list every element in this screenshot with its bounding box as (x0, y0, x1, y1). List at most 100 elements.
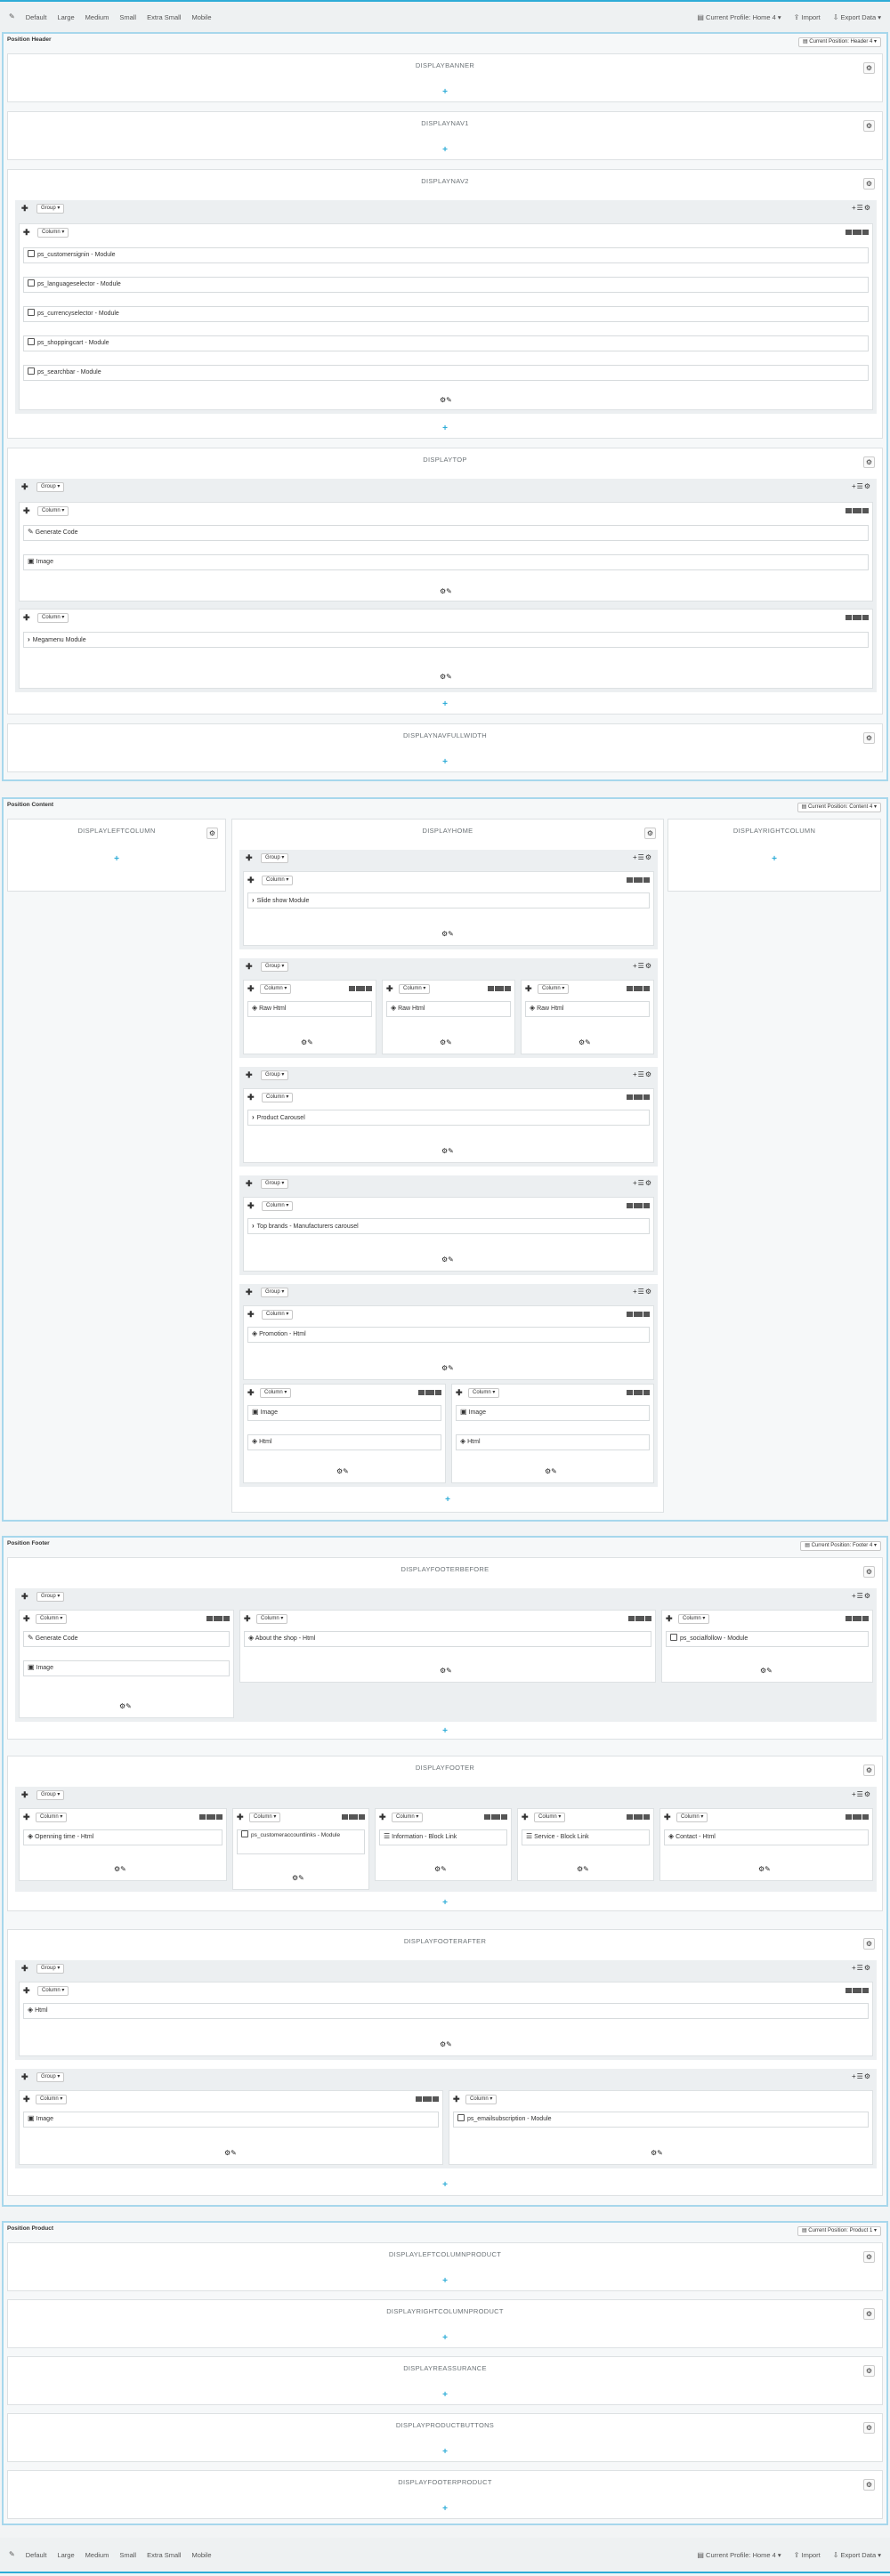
column-dropdown[interactable]: Column ▾ (37, 228, 69, 238)
column-dropdown[interactable]: Column ▾ (399, 984, 431, 994)
column-width-icon[interactable] (845, 508, 869, 514)
module-item[interactable]: › Top brands - Manufacturers carousel (247, 1218, 650, 1234)
move-icon[interactable]: ✚ (386, 985, 393, 993)
add-plus-icon[interactable]: + (8, 2505, 882, 2514)
column-width-icon[interactable] (626, 1094, 650, 1101)
move-icon[interactable]: ✚ (666, 1615, 673, 1623)
column-width-icon[interactable] (626, 986, 650, 992)
move-icon[interactable]: ✚ (21, 483, 28, 491)
move-icon[interactable]: ✚ (246, 1288, 253, 1296)
column-width-icon[interactable] (845, 1814, 869, 1821)
column-dropdown[interactable]: Column ▾ (262, 1093, 294, 1102)
move-icon[interactable]: ✚ (244, 1615, 251, 1623)
move-icon[interactable]: ✚ (379, 1813, 386, 1821)
column-width-icon[interactable] (626, 877, 650, 884)
column-width-icon[interactable] (198, 1814, 222, 1821)
move-icon[interactable]: ✚ (522, 1813, 529, 1821)
module-item[interactable]: ✎ Generate Code (23, 525, 869, 541)
move-icon[interactable]: ✚ (23, 1813, 30, 1821)
module-item[interactable]: ▣ Image (247, 1405, 441, 1421)
move-icon[interactable]: ✚ (23, 614, 30, 622)
column-dropdown[interactable]: Column ▾ (678, 1614, 710, 1624)
gear-pencil-icons[interactable]: ⚙✎ (440, 674, 452, 681)
add-plus-icon[interactable]: + (8, 424, 882, 433)
module-item[interactable]: › Megamenu Module (23, 632, 869, 648)
list-icon[interactable]: ☰ (638, 1070, 645, 1078)
column-dropdown[interactable]: Column ▾ (37, 1986, 69, 1996)
add-plus-icon[interactable]: + (8, 2334, 882, 2343)
column-width-icon[interactable] (348, 986, 372, 992)
column-dropdown[interactable]: Column ▾ (37, 613, 69, 623)
add-plus-icon[interactable]: + (8, 1899, 882, 1908)
gear-icon[interactable]: ⚙ (863, 178, 875, 190)
position-select-button[interactable]: ▤ Current Position: Product 1 ▾ (797, 2226, 881, 2236)
edit-icon[interactable]: ✎ (9, 13, 15, 20)
column-width-icon[interactable] (845, 1988, 869, 1994)
move-icon[interactable]: ✚ (21, 1965, 28, 1973)
profile-dropdown[interactable]: ▤ Current Profile: Home 4 ▾ (697, 2551, 781, 2559)
move-icon[interactable]: ✚ (21, 1593, 28, 1601)
gear-pencil-icons[interactable]: ⚙✎ (545, 1468, 557, 1475)
gear-icon[interactable]: ⚙ (863, 2251, 875, 2263)
gear-pencil-icons[interactable]: ⚙✎ (336, 1468, 349, 1475)
group-dropdown[interactable]: Group ▾ (36, 2072, 65, 2082)
size-small[interactable]: Small (119, 13, 136, 21)
add-plus-icon[interactable]: + (8, 2181, 882, 2190)
add-plus-icon[interactable]: + (8, 700, 882, 709)
import-button[interactable]: ⇪ Import (794, 13, 821, 21)
column-dropdown[interactable]: Column ▾ (262, 1201, 294, 1211)
column-width-icon[interactable] (627, 1616, 651, 1622)
size-large[interactable]: Large (57, 13, 74, 21)
gear-pencil-icons[interactable]: ⚙✎ (292, 1875, 304, 1882)
import-button[interactable]: ⇪ Import (794, 2551, 821, 2559)
column-dropdown[interactable]: Column ▾ (37, 506, 69, 516)
column-dropdown[interactable]: Column ▾ (36, 1813, 68, 1822)
column-dropdown[interactable]: Column ▾ (256, 1614, 288, 1624)
gear-pencil-icons[interactable]: ⚙✎ (441, 1256, 454, 1264)
group-dropdown[interactable]: Group ▾ (36, 482, 65, 492)
column-dropdown[interactable]: Column ▾ (538, 984, 570, 994)
add-plus-icon[interactable]: + (8, 758, 882, 767)
move-icon[interactable]: ✚ (247, 1202, 255, 1210)
module-item[interactable]: ps_customeraccountlinks - Module (237, 1829, 365, 1854)
export-button[interactable]: ⇩ Export Data ▾ (833, 13, 881, 21)
move-icon[interactable]: ✚ (23, 229, 30, 237)
move-icon[interactable]: ✚ (247, 1389, 255, 1397)
list-icon[interactable]: ☰ (638, 1288, 645, 1296)
column-dropdown[interactable]: Column ▾ (260, 1388, 292, 1398)
column-dropdown[interactable]: Column ▾ (260, 984, 292, 994)
group-dropdown[interactable]: Group ▾ (261, 962, 289, 972)
module-item[interactable]: ps_socialfollow - Module (666, 1631, 869, 1647)
gear-pencil-icons[interactable]: ⚙✎ (224, 2150, 237, 2157)
gear-pencil-icons[interactable]: ⚙✎ (440, 1039, 452, 1046)
column-width-icon[interactable] (626, 1312, 650, 1318)
column-dropdown[interactable]: Column ▾ (262, 876, 294, 885)
module-item[interactable]: ◈ Promotion - Html (247, 1327, 650, 1343)
gear-pencil-icons[interactable]: ⚙✎ (651, 2150, 663, 2157)
module-item[interactable]: ps_customersignin - Module (23, 247, 869, 263)
group-dropdown[interactable]: Group ▾ (261, 853, 289, 863)
gear-icon[interactable]: ⚙ (645, 1288, 652, 1296)
module-item[interactable]: ps_shoppingcart - Module (23, 335, 869, 351)
add-plus-icon[interactable]: + (8, 1727, 882, 1736)
move-icon[interactable]: ✚ (453, 2096, 460, 2104)
column-dropdown[interactable]: Column ▾ (676, 1813, 708, 1822)
size-mobile[interactable]: Mobile (191, 2551, 211, 2559)
position-select-button[interactable]: ▤ Current Position: Header 4 ▾ (797, 37, 881, 47)
move-icon[interactable]: ✚ (247, 1094, 255, 1102)
gear-icon[interactable]: ⚙ (863, 62, 875, 74)
move-icon[interactable]: ✚ (23, 507, 30, 515)
add-plus-icon[interactable]: + (8, 855, 225, 864)
group-dropdown[interactable]: Group ▾ (36, 1790, 65, 1800)
module-item[interactable]: ps_searchbar - Module (23, 365, 869, 381)
move-icon[interactable]: ✚ (246, 1071, 253, 1079)
gear-pencil-icons[interactable]: ⚙✎ (441, 1365, 454, 1372)
gear-icon[interactable]: ⚙ (863, 2479, 875, 2491)
move-icon[interactable]: ✚ (247, 1311, 255, 1319)
module-item[interactable]: ▣ Image (23, 2112, 439, 2128)
list-icon[interactable]: ☰ (857, 2072, 864, 2080)
gear-icon[interactable]: ⚙ (864, 1592, 871, 1600)
gear-pencil-icons[interactable]: ⚙✎ (760, 1668, 773, 1675)
gear-pencil-icons[interactable]: ⚙✎ (758, 1866, 771, 1873)
export-button[interactable]: ⇩ Export Data ▾ (833, 2551, 881, 2559)
